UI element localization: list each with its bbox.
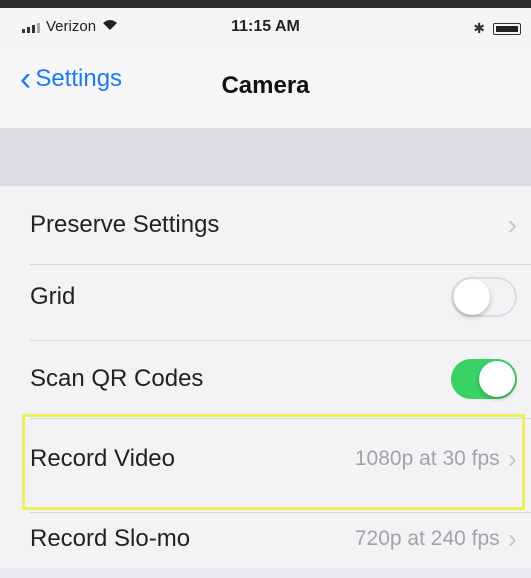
navigation-bar: ‹ Settings Camera bbox=[0, 48, 531, 128]
row-value: 1080p at 30 fps bbox=[354, 447, 500, 470]
toggle-knob bbox=[479, 361, 515, 397]
row-record-video[interactable]: Record Video 1080p at 30 fps › bbox=[0, 420, 531, 498]
chevron-right-icon: › bbox=[507, 209, 517, 240]
page-title: Camera bbox=[221, 72, 310, 99]
top-bezel bbox=[0, 0, 531, 8]
row-label: Grid bbox=[30, 283, 76, 310]
chevron-right-icon: › bbox=[507, 443, 517, 474]
chevron-right-icon: › bbox=[507, 523, 517, 554]
row-label: Record Slo-mo bbox=[30, 525, 191, 552]
row-preserve-settings[interactable]: Preserve Settings › bbox=[0, 186, 531, 264]
divider bbox=[30, 418, 531, 419]
grid-toggle[interactable] bbox=[451, 277, 517, 317]
section-gap bbox=[0, 128, 531, 186]
status-right: ✱ bbox=[473, 20, 521, 37]
row-scan-qr-codes: Scan QR Codes bbox=[0, 340, 531, 418]
status-bar: Verizon 11:15 AM ✱ bbox=[0, 8, 531, 48]
row-grid: Grid bbox=[0, 258, 531, 336]
bluetooth-icon: ✱ bbox=[473, 20, 485, 36]
row-label: Preserve Settings bbox=[30, 211, 220, 238]
battery-icon bbox=[493, 22, 521, 35]
row-label: Scan QR Codes bbox=[30, 365, 204, 392]
row-label: Record Video bbox=[30, 445, 175, 472]
toggle-knob bbox=[454, 279, 490, 315]
status-time: 11:15 AM bbox=[231, 18, 300, 35]
scan-qr-toggle[interactable] bbox=[451, 359, 517, 399]
row-value: 720p at 240 fps bbox=[354, 527, 500, 550]
row-record-slo-mo[interactable]: Record Slo-mo 720p at 240 fps › bbox=[0, 500, 531, 578]
